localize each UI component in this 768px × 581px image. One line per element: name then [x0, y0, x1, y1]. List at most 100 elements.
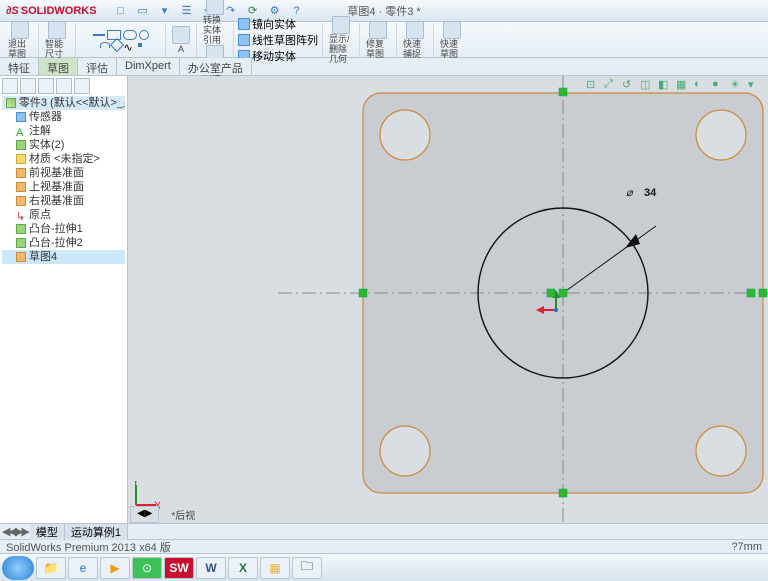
view-prev-icon[interactable]: ↺ [622, 78, 636, 92]
view-tab-arrow[interactable]: ◀▶ [130, 506, 159, 523]
tab-dimxpert[interactable]: DimXpert [117, 58, 180, 75]
spline-tool-icon[interactable]: ∿ [124, 41, 136, 49]
extrude-icon [16, 224, 26, 234]
tree-node-right-plane[interactable]: 右视基准面 [2, 194, 125, 208]
content-area: 零件3 (默认<<默认>_显示状态 传感器 A注解 实体(2) 材质 <未指定>… [0, 76, 768, 523]
taskbar-360-icon[interactable]: ⊙ [132, 557, 162, 579]
qat-save-icon[interactable]: ▾ [157, 3, 173, 19]
taskbar-explorer-icon[interactable]: 📁 [36, 557, 66, 579]
tree-root[interactable]: 零件3 (默认<<默认>_显示状态 [2, 96, 125, 110]
tree-node-origin[interactable]: ↳原点 [2, 208, 125, 222]
view-orientation-label: *后视 [165, 506, 201, 523]
start-button[interactable] [2, 556, 34, 580]
tab-motion-study[interactable]: 运动算例1 [65, 524, 128, 540]
linear-pattern-icon[interactable] [238, 34, 250, 46]
brand: ∂S SOLIDWORKS [6, 5, 97, 17]
tree-tab-feature-icon[interactable] [2, 78, 18, 94]
command-tabs: 特征 草图 评估 DimXpert 办公室产品 [0, 58, 768, 76]
rapid-sketch-button[interactable]: 快速草图 [438, 21, 466, 59]
convert-entities-button[interactable]: 转换实体引用 [201, 0, 229, 45]
material-icon [16, 154, 26, 164]
body-icon [16, 140, 26, 150]
sketch-icon [16, 252, 26, 262]
tab-model[interactable]: 模型 [30, 524, 65, 540]
display-delete-button[interactable]: 显示/删除几何 [327, 16, 355, 64]
appearance-icon[interactable]: ● [712, 78, 726, 92]
taskbar-excel-icon[interactable]: X [228, 557, 258, 579]
slot-tool-icon[interactable] [123, 30, 137, 40]
tree-tab-dimxpert-icon[interactable] [56, 78, 72, 94]
dimension-icon [48, 21, 66, 39]
line-tool-icon[interactable] [93, 34, 105, 36]
smart-dimension-button[interactable]: 智能尺寸 [43, 21, 71, 59]
part-icon [6, 98, 16, 108]
repair-sketch-button[interactable]: 修复草图 [364, 21, 392, 59]
quick-snap-button[interactable]: 快速捕捉 [401, 21, 429, 59]
taskbar-folder-icon[interactable]: 🗀 [292, 557, 322, 579]
tab-sketch[interactable]: 草图 [39, 58, 78, 75]
display-style-icon[interactable]: ▦ [676, 78, 690, 92]
svg-text:Y: Y [132, 481, 140, 488]
taskbar-media-icon[interactable]: ▶ [100, 557, 130, 579]
annotation-icon: A [16, 126, 26, 136]
tree-node-sketch4[interactable]: 草图4 [2, 250, 125, 264]
status-product: SolidWorks Premium 2013 x64 版 [6, 539, 171, 555]
taskbar-solidworks-icon[interactable]: SW [164, 557, 194, 579]
view-orient-icon[interactable]: ◧ [658, 78, 672, 92]
tree-tab-display-icon[interactable] [74, 78, 90, 94]
tree-node-sensors[interactable]: 传感器 [2, 110, 125, 124]
brand-text: SOLIDWORKS [21, 5, 97, 17]
tree-tab-icons [2, 78, 125, 94]
ribbon-group-convert: 转换实体引用 等距实体 [197, 23, 234, 57]
tree-tab-config-icon[interactable] [38, 78, 54, 94]
hide-show-icon[interactable]: ◐ [694, 78, 708, 92]
model-tabs: ◀◀▶▶ 模型 运动算例1 [0, 523, 768, 539]
rect-tool-icon[interactable] [107, 30, 121, 40]
view-triad: Y X [132, 481, 160, 509]
windows-taskbar: 📁 e ▶ ⊙ SW W X ▦ 🗀 [0, 553, 768, 581]
plane-icon [16, 168, 26, 178]
sensor-icon [16, 112, 26, 122]
arc-tool-icon[interactable] [100, 42, 110, 48]
qat-print-icon[interactable]: ☰ [179, 3, 195, 19]
scene-icon[interactable]: ☀ [730, 78, 744, 92]
tab-office[interactable]: 办公室产品 [180, 58, 252, 75]
view-orientation-tabs: ◀▶ *后视 [130, 506, 201, 523]
repair-icon [369, 21, 387, 39]
taskbar-photos-icon[interactable]: ▦ [260, 557, 290, 579]
tree-node-extrude2[interactable]: 凸台-拉伸2 [2, 236, 125, 250]
qat-open-icon[interactable]: ▭ [135, 3, 151, 19]
tree-node-annotations[interactable]: A注解 [2, 124, 125, 138]
exit-sketch-button[interactable]: 退出草图 [6, 21, 34, 59]
convert-icon [206, 0, 224, 15]
view-settings-icon[interactable]: ▾ [748, 78, 762, 92]
tree-tab-property-icon[interactable] [20, 78, 36, 94]
tree-node-material[interactable]: 材质 <未指定> [2, 152, 125, 166]
tree-node-top-plane[interactable]: 上视基准面 [2, 180, 125, 194]
qat-new-icon[interactable]: □ [113, 3, 129, 19]
ds-logo-icon: ∂S [6, 5, 19, 17]
extrude-icon [16, 238, 26, 248]
section-view-icon[interactable]: ◫ [640, 78, 654, 92]
tab-evaluate[interactable]: 评估 [78, 58, 117, 75]
taskbar-ie-icon[interactable]: e [68, 557, 98, 579]
zoom-fit-icon[interactable]: ⤢ [604, 78, 618, 92]
polygon-tool-icon[interactable] [109, 37, 123, 51]
mirror-icon[interactable] [238, 18, 250, 30]
zoom-window-icon[interactable]: ⊡ [586, 78, 600, 92]
circle-tool-icon[interactable] [139, 30, 149, 40]
tree-node-bodies[interactable]: 实体(2) [2, 138, 125, 152]
ribbon-group-display: 显示/删除几何 [323, 23, 360, 57]
plane-icon [16, 196, 26, 206]
tree-node-front-plane[interactable]: 前视基准面 [2, 166, 125, 180]
taskbar-word-icon[interactable]: W [196, 557, 226, 579]
ribbon-group-snap: 快速捕捉 [397, 23, 434, 57]
tree-node-extrude1[interactable]: 凸台-拉伸1 [2, 222, 125, 236]
tab-features[interactable]: 特征 [0, 58, 39, 75]
tab-scroll-arrows[interactable]: ◀◀▶▶ [0, 525, 30, 538]
graphics-viewport[interactable]: ⊡ ⤢ ↺ ◫ ◧ ▦ ◐ ● ☀ ▾ [128, 76, 768, 523]
point-tool-icon[interactable] [138, 43, 142, 47]
rapid-icon [443, 21, 461, 39]
feature-tree-panel: 零件3 (默认<<默认>_显示状态 传感器 A注解 实体(2) 材质 <未指定>… [0, 76, 128, 523]
trim-button[interactable]: A [170, 26, 192, 54]
